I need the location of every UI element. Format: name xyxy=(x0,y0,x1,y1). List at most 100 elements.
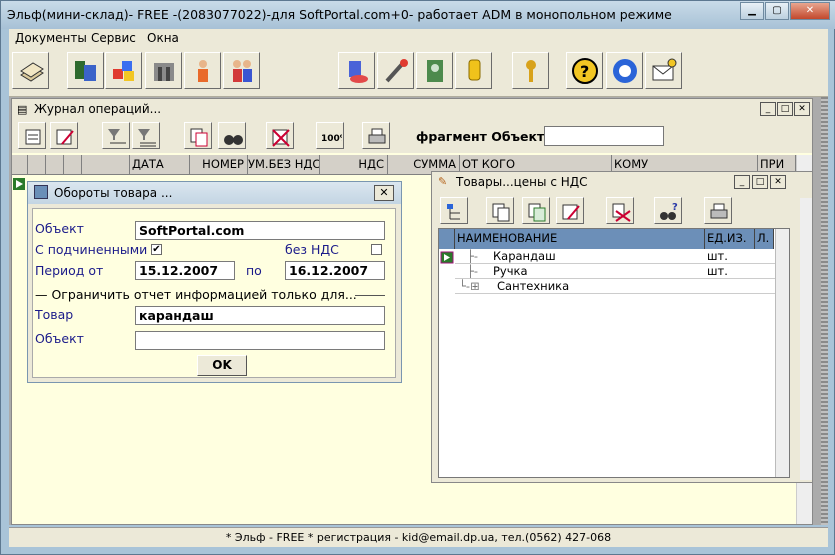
goods-window-scrollbar[interactable] xyxy=(800,198,812,480)
table-row[interactable]: └-⊞ Сантехника xyxy=(455,279,775,294)
goods-find-button[interactable]: ? xyxy=(654,197,682,224)
printer-icon xyxy=(710,203,728,219)
journal-col-number[interactable]: НОМЕР xyxy=(190,155,248,175)
turnover-dialog: Обороты товара ... ✕ Объект SoftPortal.c… xyxy=(27,181,402,383)
goods-paste-button[interactable] xyxy=(522,197,550,224)
table-row[interactable]: ├- Ручка шт. xyxy=(455,264,775,279)
goods-print-button[interactable] xyxy=(704,197,732,224)
journal-minimize-button[interactable]: _ xyxy=(760,102,776,116)
tools-icon xyxy=(385,59,408,83)
person-button[interactable] xyxy=(184,52,221,89)
table-row[interactable]: ├- Карандаш шт. xyxy=(455,249,775,264)
goods-row-name: Сантехника xyxy=(497,279,570,293)
journal-col-blank[interactable] xyxy=(82,155,130,175)
calculator-icon xyxy=(427,60,443,82)
goods-window: ✎ Товары...цены с НДС _ □ ✕ ? НАИМЕНОВАН… xyxy=(431,171,813,483)
tree-branch-icon: ├- xyxy=(467,249,479,263)
object2-field[interactable] xyxy=(135,331,385,350)
printer-icon xyxy=(368,128,386,144)
journal-col-sum-no-vat[interactable]: УМ.БЕЗ НДС xyxy=(248,155,320,175)
goods-col-extra[interactable]: Л. xyxy=(755,229,774,249)
mail-button[interactable] xyxy=(645,52,682,89)
cylinder-button[interactable] xyxy=(455,52,492,89)
ok-button[interactable]: OK xyxy=(197,355,247,376)
goods-tree-button[interactable] xyxy=(440,197,468,224)
menu-service[interactable]: Сервис xyxy=(91,31,136,45)
dialog-title: Обороты товара ... xyxy=(54,186,173,200)
persons-button[interactable] xyxy=(223,52,260,89)
paint-icon xyxy=(349,61,368,83)
period-to-field[interactable]: 16.12.2007 xyxy=(285,261,385,280)
cubes-icon xyxy=(113,61,134,81)
journal-edit-button[interactable] xyxy=(50,122,78,149)
goods-maximize-button[interactable]: □ xyxy=(752,175,768,189)
paint-button[interactable] xyxy=(338,52,375,89)
goods-cubes-button[interactable] xyxy=(105,52,142,89)
journal-find-button[interactable] xyxy=(218,122,246,149)
period-label: Период от xyxy=(35,263,104,278)
svg-text:?: ? xyxy=(580,62,589,81)
journal-filter2-button[interactable] xyxy=(132,122,160,149)
registers-button[interactable] xyxy=(67,52,104,89)
tree-expand-icon[interactable]: └-⊞ xyxy=(459,279,480,293)
minimize-button[interactable]: ▁ xyxy=(740,2,764,20)
goods-col-marker[interactable] xyxy=(439,229,455,249)
journal-col-flag3[interactable] xyxy=(64,155,82,175)
period-from-field[interactable]: 15.12.2007 xyxy=(135,261,235,280)
goods-title-bar: ✎ Товары...цены с НДС _ □ ✕ xyxy=(432,172,812,192)
help-button[interactable]: ? xyxy=(566,52,603,89)
main-toolbar: ? xyxy=(9,47,828,97)
goods-row-name: Ручка xyxy=(493,264,528,278)
goods-row-unit: шт. xyxy=(707,264,728,278)
journal-percent-button[interactable]: 100% xyxy=(316,122,344,149)
goods-label: Товар xyxy=(35,307,74,322)
journal-col-flag1[interactable] xyxy=(28,155,46,175)
globe-button[interactable] xyxy=(606,52,643,89)
maximize-button[interactable]: ▢ xyxy=(765,2,789,20)
journal-col-date[interactable]: ДАТА xyxy=(130,155,190,175)
menu-windows[interactable]: Окна xyxy=(147,31,179,45)
goods-minimize-button[interactable]: _ xyxy=(734,175,750,189)
journal-print-button[interactable] xyxy=(362,122,390,149)
goods-edit-button[interactable] xyxy=(556,197,584,224)
journal-new-button[interactable] xyxy=(18,122,46,149)
journal-col-flag2[interactable] xyxy=(46,155,64,175)
goods-table-scrollbar[interactable] xyxy=(775,229,789,477)
menu-documents[interactable]: Документы xyxy=(15,31,87,45)
goods-delete-button[interactable] xyxy=(606,197,634,224)
documents-stack-button[interactable] xyxy=(12,52,49,89)
goods-field[interactable]: карандаш xyxy=(135,306,385,325)
journal-row-marker[interactable] xyxy=(12,177,28,191)
fragment-input[interactable] xyxy=(544,126,664,146)
object-field[interactable]: SoftPortal.com xyxy=(135,221,385,240)
journal-col-vat[interactable]: НДС xyxy=(320,155,388,175)
journal-maximize-button[interactable]: □ xyxy=(777,102,793,116)
close-button[interactable]: ✕ xyxy=(790,2,830,20)
calculator-button[interactable] xyxy=(416,52,453,89)
dialog-close-button[interactable]: ✕ xyxy=(374,185,394,201)
tree-branch-icon: ├- xyxy=(467,264,479,278)
warehouse-icon xyxy=(154,63,174,81)
journal-copy-button[interactable] xyxy=(184,122,212,149)
warehouse-button[interactable] xyxy=(145,52,182,89)
journal-col-marker[interactable] xyxy=(12,155,28,175)
journal-toolbar: 100% фрагмент Объекта xyxy=(12,119,812,153)
mail-icon xyxy=(652,58,677,81)
key-button[interactable] xyxy=(512,52,549,89)
goods-col-name[interactable]: НАИМЕНОВАНИЕ xyxy=(455,229,705,249)
percent-icon: 100% xyxy=(321,134,342,144)
journal-close-button[interactable]: ✕ xyxy=(794,102,810,116)
limit-label: — Ограничить отчет информацией только дл… xyxy=(35,287,357,302)
tools-button[interactable] xyxy=(377,52,414,89)
goods-copy-button[interactable] xyxy=(486,197,514,224)
subordinate-checkbox[interactable]: ✔ xyxy=(151,244,162,255)
copy-icon xyxy=(492,203,510,222)
dialog-window-icon xyxy=(34,185,48,199)
goods-col-unit[interactable]: ЕД.ИЗ. xyxy=(705,229,755,249)
goods-table-header: НАИМЕНОВАНИЕ ЕД.ИЗ. Л. xyxy=(439,229,774,249)
no-vat-checkbox[interactable] xyxy=(371,244,382,255)
journal-delete-button[interactable] xyxy=(266,122,294,149)
goods-close-button[interactable]: ✕ xyxy=(770,175,786,189)
goods-row-marker[interactable] xyxy=(440,251,454,264)
journal-filter-button[interactable] xyxy=(102,122,130,149)
